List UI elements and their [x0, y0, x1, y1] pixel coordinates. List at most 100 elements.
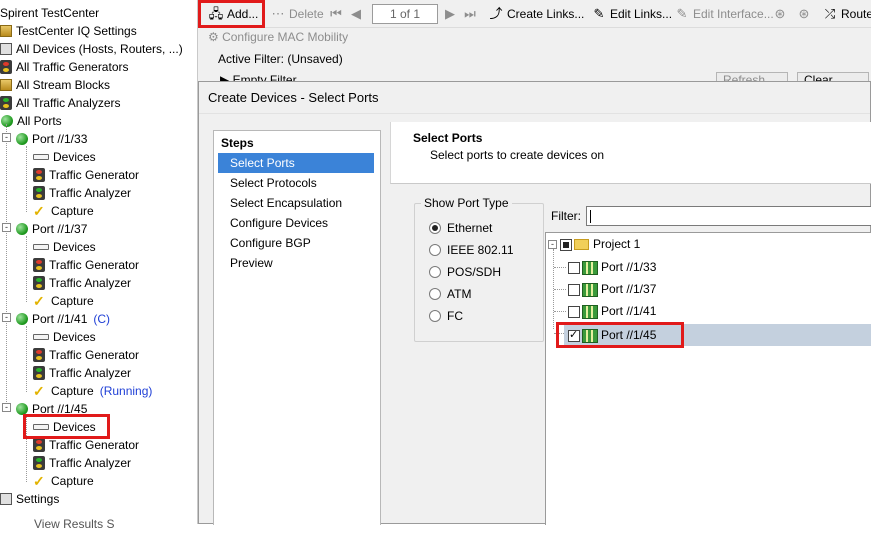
- port-node-1-41[interactable]: Port //1/41: [568, 302, 656, 320]
- globe-icon: [16, 132, 28, 145]
- radio-atm[interactable]: ATM: [429, 285, 471, 301]
- tree-port-1-37-devices[interactable]: Devices: [33, 237, 96, 255]
- capture-icon: ✓: [33, 202, 45, 219]
- steps-header: Steps: [221, 136, 254, 150]
- port-type-group: Show Port Type Ethernet IEEE 802.11 POS/…: [414, 196, 544, 342]
- tree-item-all-ports[interactable]: All Ports: [1, 111, 62, 129]
- last-page-icon: ⏭: [464, 6, 476, 21]
- edit-interface-button[interactable]: ✎ Edit Interface...: [674, 3, 774, 25]
- collapse-toggle[interactable]: -: [548, 240, 557, 250]
- step-preview[interactable]: Preview: [218, 253, 374, 273]
- traffic-generator-icon: [33, 347, 45, 362]
- tree-root[interactable]: Spirent TestCenter: [0, 3, 99, 21]
- configure-mac-mobility-button[interactable]: ⚙ Configure MAC Mobility: [208, 30, 348, 44]
- tree-port-1-41[interactable]: Port //1/41 (C): [16, 309, 110, 327]
- delete-button[interactable]: ⋯ Delete: [270, 3, 324, 25]
- create-links-button[interactable]: ⤴ Create Links...: [488, 3, 584, 25]
- radio-circle: [429, 243, 441, 256]
- globe-icon: [16, 222, 28, 235]
- radio-circle: [429, 265, 441, 278]
- tree-port-1-33[interactable]: Port //1/33: [16, 129, 93, 147]
- last-page-button[interactable]: ⏭: [462, 3, 481, 25]
- prev-page-icon: ◀: [351, 6, 361, 21]
- tree-port-1-37[interactable]: Port //1/37: [16, 219, 93, 237]
- port-checkbox[interactable]: [568, 283, 580, 296]
- port-node-1-33[interactable]: Port //1/33: [568, 258, 656, 276]
- port-checkbox[interactable]: [568, 261, 580, 274]
- tree-port-1-37-capture[interactable]: ✓ Capture: [33, 291, 94, 309]
- edit-links-button[interactable]: ✎ Edit Links...: [591, 3, 672, 25]
- tree-item-view-results[interactable]: View Results S: [34, 514, 114, 532]
- page-indicator: 1 of 1: [372, 4, 438, 24]
- filter-input[interactable]: [586, 206, 871, 226]
- port-icon: [582, 304, 598, 319]
- step-select-protocols[interactable]: Select Protocols: [218, 173, 374, 193]
- create-devices-dialog: Create Devices - Select Ports Steps Sele…: [198, 81, 871, 525]
- next-page-icon: ▶: [445, 6, 455, 21]
- tree-item-settings[interactable]: Settings: [0, 489, 59, 507]
- tree-port-1-33-traffic-generator[interactable]: Traffic Generator: [33, 165, 139, 183]
- traffic-analyzer-icon: [33, 185, 45, 200]
- tree-item-iq-settings[interactable]: TestCenter IQ Settings: [0, 21, 137, 39]
- tree-port-1-45-devices[interactable]: Devices: [33, 417, 96, 435]
- prev-page-button[interactable]: ◀: [348, 3, 367, 25]
- port-checkbox[interactable]: [568, 328, 580, 342]
- tree-port-1-45-traffic-analyzer[interactable]: Traffic Analyzer: [33, 453, 131, 471]
- tree-port-1-37-traffic-analyzer[interactable]: Traffic Analyzer: [33, 273, 131, 291]
- globe-settings-button[interactable]: ⊛: [796, 3, 815, 25]
- radio-pos-sdh[interactable]: POS/SDH: [429, 263, 501, 279]
- mac-mobility-icon: ⚙: [208, 30, 223, 44]
- next-page-button[interactable]: ▶: [442, 3, 461, 25]
- port-node-1-45[interactable]: Port //1/45: [568, 326, 656, 344]
- traffic-analyzer-icon: [33, 455, 45, 470]
- panel-subtitle: Select ports to create devices on: [430, 148, 605, 162]
- tree-port-1-45-traffic-generator[interactable]: Traffic Generator: [33, 435, 139, 453]
- expand-toggle[interactable]: -: [2, 313, 11, 322]
- expand-toggle[interactable]: -: [2, 133, 11, 142]
- tree-port-1-41-devices[interactable]: Devices: [33, 327, 96, 345]
- radio-circle: [429, 309, 441, 322]
- tree-port-1-33-traffic-analyzer[interactable]: Traffic Analyzer: [33, 183, 131, 201]
- project-node[interactable]: - Project 1: [548, 235, 640, 253]
- tree-port-1-45[interactable]: Port //1/45: [16, 399, 93, 417]
- radio-ethernet[interactable]: Ethernet: [429, 219, 492, 235]
- filter-label: Filter:: [551, 209, 581, 223]
- devices-folder-icon: [0, 42, 12, 55]
- radio-fc[interactable]: FC: [429, 307, 463, 323]
- tree-port-1-41-traffic-analyzer[interactable]: Traffic Analyzer: [33, 363, 131, 381]
- step-configure-devices[interactable]: Configure Devices: [218, 213, 374, 233]
- tree-port-1-33-capture[interactable]: ✓ Capture: [33, 201, 94, 219]
- tree-item-all-traffic-analyzers[interactable]: All Traffic Analyzers: [0, 93, 120, 111]
- traffic-analyzer-icon: [33, 275, 45, 290]
- tree-item-all-traffic-generators[interactable]: All Traffic Generators: [0, 57, 129, 75]
- stream-blocks-icon: [0, 78, 12, 91]
- tree-port-1-33-devices[interactable]: Devices: [33, 147, 96, 165]
- tree-port-1-37-traffic-generator[interactable]: Traffic Generator: [33, 255, 139, 273]
- tree-item-all-devices[interactable]: All Devices (Hosts, Routers, ...): [0, 39, 183, 57]
- route-button[interactable]: ⤮ Route: [822, 3, 871, 25]
- tree-port-1-45-capture[interactable]: ✓ Capture: [33, 471, 94, 489]
- project-checkbox[interactable]: [560, 238, 572, 251]
- step-select-encapsulation[interactable]: Select Encapsulation: [218, 193, 374, 213]
- tree-port-1-41-capture[interactable]: ✓ Capture (Running): [33, 381, 152, 399]
- port-checkbox[interactable]: [568, 305, 580, 318]
- radio-ieee-80211[interactable]: IEEE 802.11: [429, 241, 514, 257]
- step-select-ports[interactable]: Select Ports: [218, 153, 374, 173]
- port-icon: [582, 260, 598, 275]
- device-icon: [33, 423, 49, 430]
- expand-toggle[interactable]: -: [2, 223, 11, 232]
- expand-toggle[interactable]: -: [2, 403, 11, 412]
- add-button[interactable]: 🖧 Add...: [208, 3, 259, 25]
- device-icon: [33, 243, 49, 250]
- globe-button[interactable]: ⊛: [772, 3, 791, 25]
- port-icon: [582, 328, 598, 343]
- route-icon: ⤮: [824, 6, 836, 21]
- step-configure-bgp[interactable]: Configure BGP: [218, 233, 374, 253]
- tree-port-1-41-traffic-generator[interactable]: Traffic Generator: [33, 345, 139, 363]
- tree-item-all-stream-blocks[interactable]: All Stream Blocks: [0, 75, 110, 93]
- toolbar: 🖧 Add... ⋯ Delete ⏮ ◀ 1 of 1 ▶ ⏭ ⤴ Create L…: [198, 0, 871, 28]
- port-node-1-37[interactable]: Port //1/37: [568, 280, 656, 298]
- first-page-button[interactable]: ⏮: [328, 3, 347, 25]
- traffic-analyzer-icon: [33, 365, 45, 380]
- delete-icon: ⋯: [271, 6, 285, 21]
